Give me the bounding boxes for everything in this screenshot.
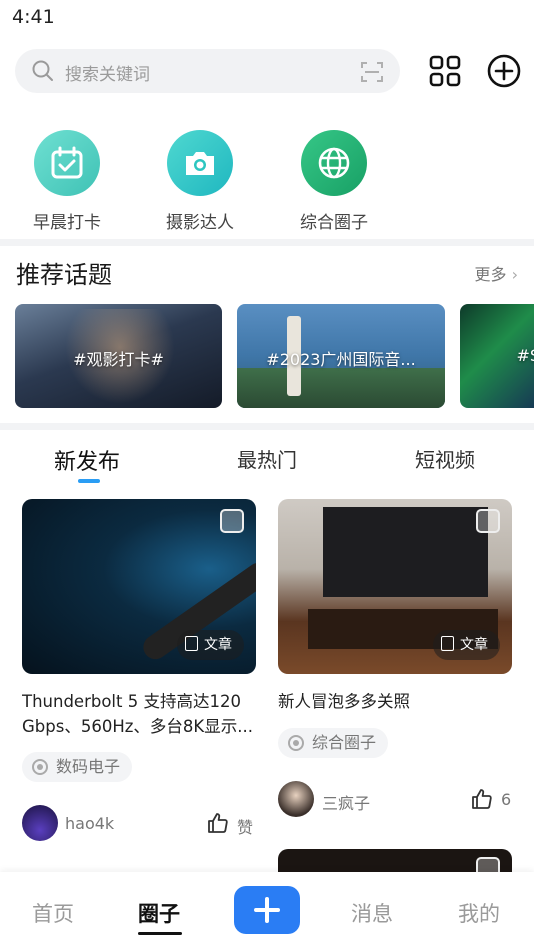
circle-icon <box>32 759 48 775</box>
topic-card[interactable]: #S <box>460 304 534 408</box>
circle-tag[interactable]: 综合圈子 <box>278 728 389 758</box>
corner-icon <box>220 509 244 533</box>
badge-label: 文章 <box>204 637 232 653</box>
circle-tag[interactable]: 数码电子 <box>22 752 133 782</box>
shortcut-label: 综合圈子 <box>300 213 368 233</box>
tab-indicator <box>78 479 100 483</box>
document-icon <box>185 636 198 651</box>
topic-label: #2023广州国际音... <box>266 350 416 369</box>
username[interactable]: hao4k <box>65 814 114 833</box>
badge-label: 文章 <box>460 637 488 653</box>
calendar-check-icon <box>34 130 100 196</box>
tv-shape <box>323 507 488 597</box>
status-time: 4:41 <box>12 6 55 28</box>
shortcut-morning-checkin[interactable]: 早晨打卡 <box>7 130 127 233</box>
scan-icon[interactable] <box>360 60 384 84</box>
post-image[interactable]: 文章 <box>278 499 512 674</box>
more-link[interactable]: 更多 › <box>474 261 518 285</box>
nav-active-indicator <box>138 932 182 935</box>
shortcut-label: 早晨打卡 <box>33 213 101 233</box>
globe-icon <box>301 130 367 196</box>
document-icon <box>441 636 454 651</box>
chevron-right-icon: › <box>511 265 518 284</box>
search-placeholder: 搜索关键词 <box>65 65 150 85</box>
nav-messages[interactable]: 消息 <box>351 898 393 928</box>
circle-tag-label: 数码电子 <box>56 757 121 776</box>
post-title[interactable]: 新人冒泡多多关照 <box>278 689 518 714</box>
avatar[interactable] <box>22 805 58 841</box>
tab-hot[interactable]: 最热门 <box>237 444 297 473</box>
topics-title: 推荐话题 <box>16 261 112 289</box>
grid-icon[interactable] <box>426 52 464 90</box>
topic-card[interactable]: #观影打卡# <box>15 304 222 408</box>
more-label: 更多 <box>474 265 507 284</box>
bottom-nav: 首页 圈子 消息 我的 <box>0 872 534 949</box>
username[interactable]: 三疯子 <box>322 790 370 814</box>
post-image[interactable]: 文章 <box>22 499 256 674</box>
topic-image <box>237 368 445 408</box>
create-post-button[interactable] <box>234 886 300 934</box>
section-divider <box>0 239 534 246</box>
post-title[interactable]: Thunderbolt 5 支持高达120 Gbps、560Hz、多台8K显示.… <box>22 689 262 739</box>
like-count: 赞 <box>237 818 254 837</box>
nav-home[interactable]: 首页 <box>32 898 74 928</box>
nav-profile[interactable]: 我的 <box>458 898 500 928</box>
thumbs-up-icon[interactable] <box>207 812 229 834</box>
plus-icon <box>254 897 280 923</box>
search-icon <box>32 60 53 81</box>
section-divider <box>0 423 534 430</box>
thumbs-up-icon[interactable] <box>471 788 493 810</box>
shortcut-general-circle[interactable]: 综合圈子 <box>274 130 394 233</box>
article-badge: 文章 <box>433 630 500 660</box>
shortcut-photography[interactable]: 摄影达人 <box>140 130 260 233</box>
search-bar[interactable]: 搜索关键词 <box>15 49 400 93</box>
add-circle-icon[interactable] <box>485 52 523 90</box>
shortcut-label: 摄影达人 <box>166 213 234 233</box>
camera-icon <box>167 130 233 196</box>
article-badge: 文章 <box>177 630 244 660</box>
nav-circles[interactable]: 圈子 <box>138 898 180 928</box>
status-bar: 4:41 <box>0 0 534 38</box>
avatar[interactable] <box>278 781 314 817</box>
tab-new[interactable]: 新发布 <box>54 444 120 476</box>
tab-short-video[interactable]: 短视频 <box>415 444 475 473</box>
circle-icon <box>288 735 304 751</box>
circle-tag-label: 综合圈子 <box>312 733 377 752</box>
corner-icon <box>476 509 500 533</box>
topic-label: #S <box>516 346 534 365</box>
topic-card[interactable]: #2023广州国际音... <box>237 304 445 408</box>
topic-label: #观影打卡# <box>73 350 164 369</box>
like-count: 6 <box>501 790 512 809</box>
